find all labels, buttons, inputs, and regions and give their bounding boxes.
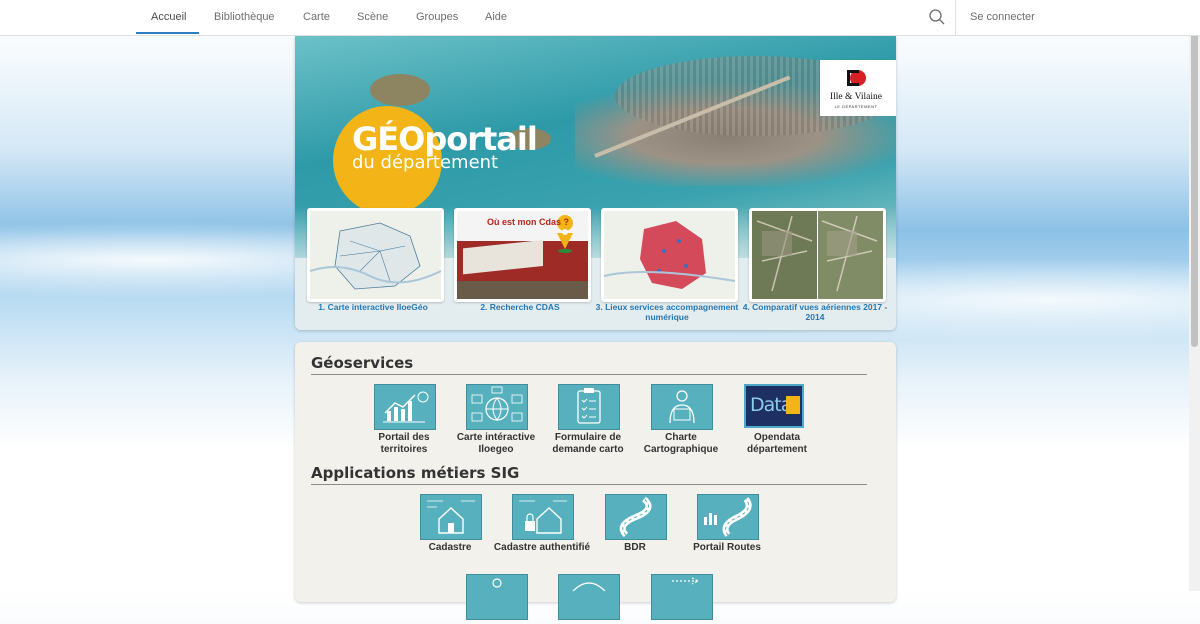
card-recherche-cdas[interactable]: Où est mon Cdas ? [454,208,591,302]
department-subtitle: LE DÉPARTEMENT [834,104,878,109]
tile-label[interactable]: BDR [585,542,685,554]
tile-portail-routes[interactable] [697,494,759,540]
lieux-map-thumbnail-icon [604,211,735,299]
gauge-icon [572,582,606,592]
nav-item-accueil[interactable]: Accueil [151,0,186,35]
sign-in-link[interactable]: Se connecter [970,0,1035,35]
aerial-thumbnail-icon [752,211,883,299]
clipboard-icon [577,388,601,424]
tile-partial[interactable] [651,574,713,620]
tile-formulaire-demande[interactable] [558,384,620,430]
nav-separator [955,0,956,35]
section-divider [311,484,867,485]
top-navigation: Accueil Bibliothèque Carte Scène Groupes… [0,0,1200,36]
tile-bdr[interactable] [605,494,667,540]
card-comparatif[interactable] [749,208,886,302]
tile-label[interactable]: Cadastre [400,542,500,554]
tile-label[interactable]: Formulaire de demande carto [538,432,638,456]
card-caption[interactable]: 2. Recherche CDAS [445,302,595,312]
road-icon [619,496,652,538]
tile-label[interactable]: Charte Cartographique [631,432,731,456]
card-caption[interactable]: 1. Carte interactive IloeGéo [298,302,448,312]
tile-cadastre[interactable] [420,494,482,540]
department-logo-icon [847,70,866,86]
tile-partial[interactable] [558,574,620,620]
nav-item-carte[interactable]: Carte [303,0,330,35]
card-caption[interactable]: 4. Comparatif vues aériennes 2017 - 2014 [740,302,890,322]
tile-partial[interactable] [466,574,528,620]
tile-label[interactable]: Cadastre authentifié [492,542,592,554]
nav-item-aide[interactable]: Aide [485,0,507,35]
department-name: Ille & Vilaine [829,92,883,102]
globe-map-icon [471,386,523,422]
card-lieux-services[interactable] [601,208,738,302]
tile-cadastre-authentifie[interactable] [512,494,574,540]
logo-subtitle: du département [352,152,499,173]
tile-label[interactable]: Portail des territoires [354,432,454,456]
road-chart-icon [704,497,752,537]
section-title-geoservices: Géoservices [311,354,414,372]
tile-label[interactable]: Portail Routes [677,542,777,554]
tile-portail-territoires[interactable] [374,384,436,430]
department-badge: Ille & Vilaine LE DÉPARTEMENT [820,60,896,116]
card-caption[interactable]: 3. Lieux services accompagnement numériq… [592,302,742,322]
search-icon[interactable] [928,8,946,26]
tile-label[interactable]: Opendata département [727,432,827,456]
tile-charte-cartographique[interactable] [651,384,713,430]
house-lock-icon [519,500,567,534]
nav-item-groupes[interactable]: Groupes [416,0,458,35]
route-arrow-icon [672,577,700,585]
map-thumbnail-icon [310,211,441,299]
hero-banner: GÉOportail du département Ille & Vilaine… [295,36,896,330]
card-carte-interactive[interactable] [307,208,444,302]
scrollbar[interactable] [1189,0,1200,591]
tile-opendata[interactable]: Data [744,384,804,428]
nav-item-scene[interactable]: Scène [357,0,388,35]
services-panel: Géoservices Portail des territoires Cart… [295,342,896,620]
tile-carte-interactive[interactable] [466,384,528,430]
house-icon [427,500,475,534]
cdas-thumbnail-text: Où est mon Cdas ? [487,217,570,227]
chart-icon [383,391,429,423]
nav-item-bibliotheque[interactable]: Bibliothèque [214,0,275,35]
opendata-logo-mark [786,396,800,414]
scrollbar-thumb[interactable] [1191,22,1198,347]
active-tab-indicator [136,32,199,34]
section-divider [311,374,867,375]
section-title-applications: Applications métiers SIG [311,464,520,482]
cyclist-icon [492,578,502,588]
tile-label[interactable]: Carte intéractive Iloegeo [446,432,546,456]
hero-island [370,74,430,106]
person-document-icon [669,390,695,424]
